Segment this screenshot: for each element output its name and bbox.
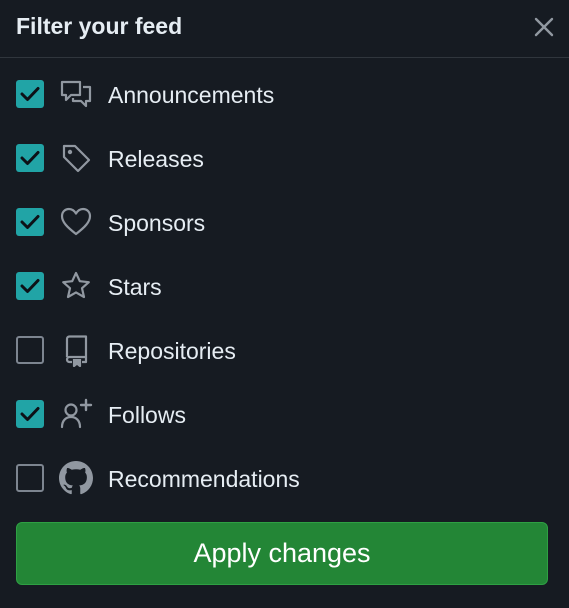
star-icon [58, 268, 94, 304]
filter-label: Repositories [108, 338, 236, 364]
filter-label: Stars [108, 274, 162, 300]
checkbox-releases[interactable] [16, 144, 44, 172]
check-icon [20, 279, 40, 293]
checkbox-repositories[interactable] [16, 336, 44, 364]
comment-discussion-icon [58, 76, 94, 112]
person-add-icon [58, 396, 94, 432]
tag-icon [58, 140, 94, 176]
repo-icon [58, 332, 94, 368]
filter-item-sponsors[interactable]: Sponsors [0, 198, 569, 246]
dialog-title: Filter your feed [16, 13, 183, 39]
check-icon [20, 151, 40, 165]
filter-item-announcements[interactable]: Announcements [0, 70, 569, 118]
checkbox-sponsors[interactable] [16, 208, 44, 236]
filter-label: Recommendations [108, 466, 300, 492]
check-icon [20, 407, 40, 421]
checkbox-recommendations[interactable] [16, 464, 44, 492]
dialog-header: Filter your feed [0, 0, 569, 58]
heart-icon [58, 204, 94, 240]
checkbox-stars[interactable] [16, 272, 44, 300]
filter-item-recommendations[interactable]: Recommendations [0, 454, 569, 502]
filter-item-releases[interactable]: Releases [0, 134, 569, 182]
check-icon [20, 215, 40, 229]
filter-item-stars[interactable]: Stars [0, 262, 569, 310]
filter-label: Releases [108, 146, 204, 172]
checkbox-announcements[interactable] [16, 80, 44, 108]
filter-item-follows[interactable]: Follows [0, 390, 569, 438]
filter-label: Follows [108, 402, 186, 428]
filter-item-repositories[interactable]: Repositories [0, 326, 569, 374]
github-mark-icon [58, 460, 94, 496]
filter-feed-dialog: Filter your feed Announcements Releases … [0, 0, 569, 608]
apply-changes-button[interactable]: Apply changes [16, 522, 548, 585]
check-icon [20, 87, 40, 101]
filter-label: Announcements [108, 82, 275, 108]
close-icon [534, 17, 554, 36]
checkbox-follows[interactable] [16, 400, 44, 428]
close-button[interactable] [529, 12, 559, 42]
filter-label: Sponsors [108, 210, 206, 236]
